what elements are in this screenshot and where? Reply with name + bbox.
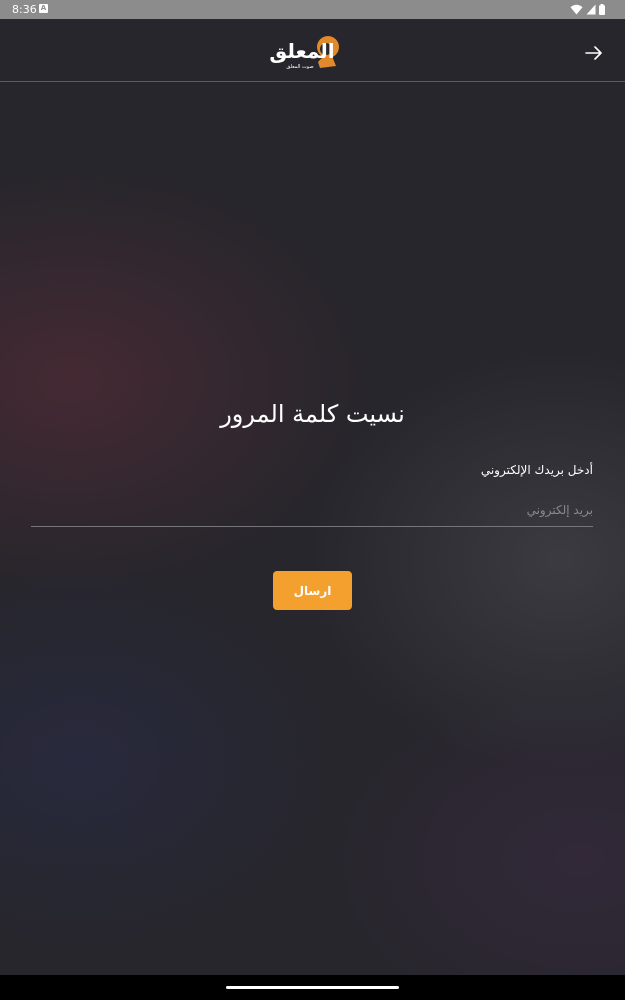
logo-tagline: صوت المعلق bbox=[286, 64, 313, 70]
wifi-icon bbox=[570, 4, 583, 14]
email-field[interactable] bbox=[31, 494, 593, 527]
arrow-right-icon[interactable] bbox=[585, 46, 603, 60]
page-title: نسيت كلمة المرور bbox=[220, 400, 405, 428]
status-icons bbox=[570, 3, 605, 15]
a-badge-icon: A bbox=[39, 4, 48, 13]
screen: 8:36 A المعلق صوت المعلق نسيت كلمة المرو… bbox=[0, 0, 625, 1000]
status-bar: 8:36 A bbox=[0, 0, 625, 19]
submit-button[interactable]: ارسال bbox=[273, 571, 352, 610]
battery-icon bbox=[599, 3, 605, 15]
home-indicator[interactable] bbox=[226, 986, 399, 989]
app-header: المعلق صوت المعلق bbox=[0, 19, 625, 82]
navigation-bar bbox=[0, 975, 625, 1000]
logo-text: المعلق bbox=[269, 39, 334, 63]
app-logo: المعلق صوت المعلق bbox=[269, 36, 339, 70]
signal-icon bbox=[586, 4, 596, 14]
status-time: 8:36 bbox=[12, 3, 37, 16]
email-label: أدخل بريدك الإلكتروني bbox=[480, 463, 593, 477]
